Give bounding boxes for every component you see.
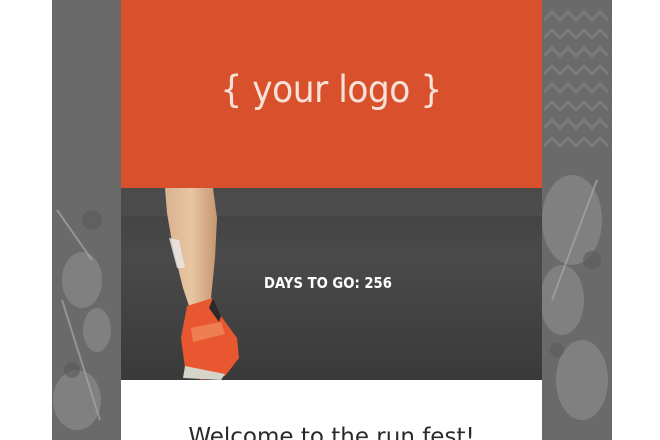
email-column: { your logo } DAYS TO GO: 256 Welcome to… — [121, 0, 542, 440]
welcome-panel: Welcome to the run fest! — [121, 380, 542, 440]
logo-placeholder[interactable]: { your logo } — [221, 68, 443, 111]
hero-banner: DAYS TO GO: 256 — [121, 188, 542, 380]
welcome-heading: Welcome to the run fest! — [188, 424, 475, 440]
countdown-label: DAYS TO GO: 256 — [264, 274, 392, 292]
email-preview: { your logo } DAYS TO GO: 256 Welcome to… — [0, 0, 660, 440]
logo-header: { your logo } — [121, 0, 542, 188]
